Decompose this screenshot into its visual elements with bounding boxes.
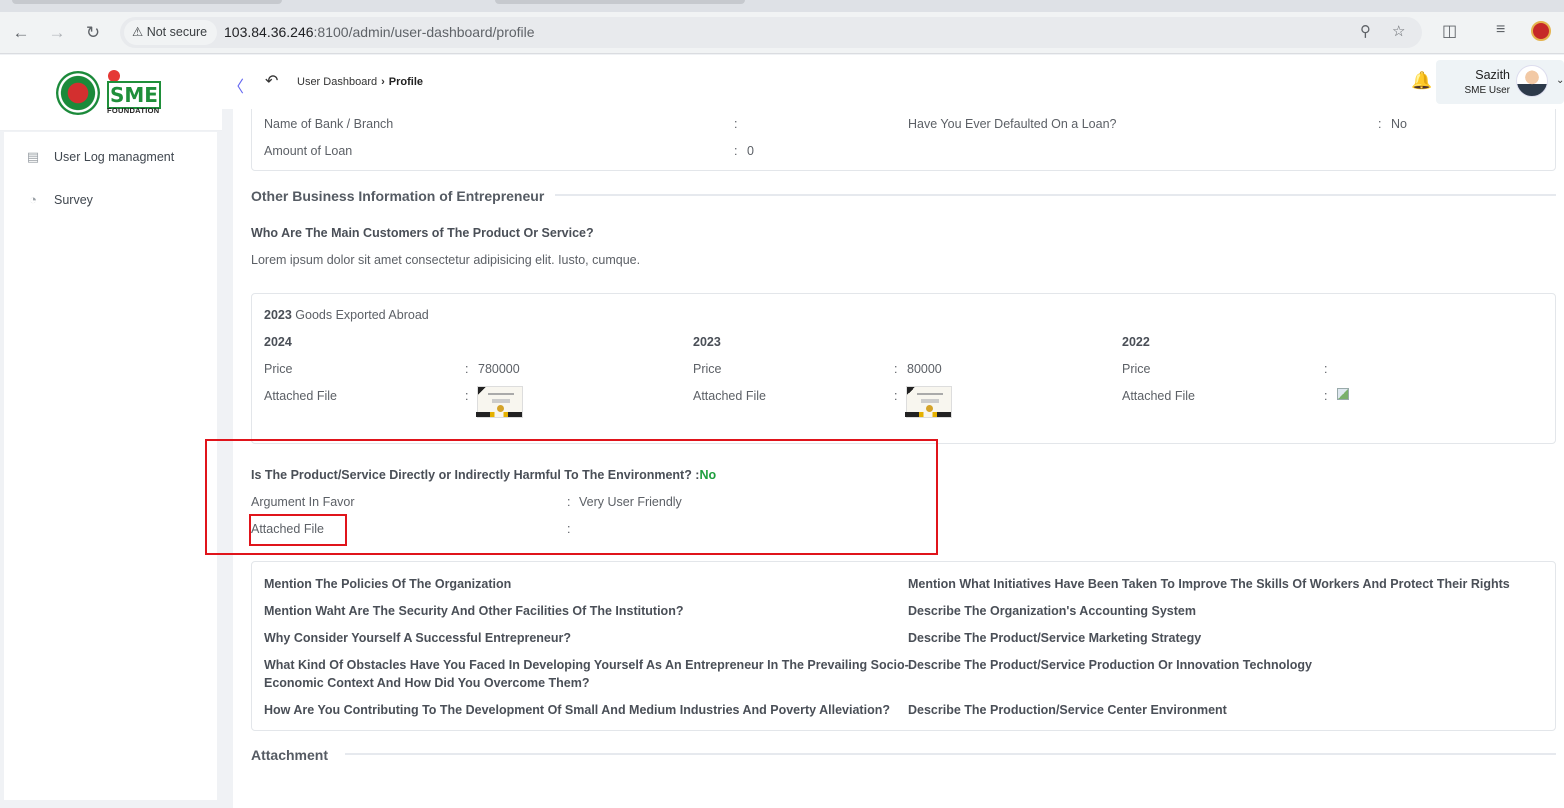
question-item: What Kind Of Obstacles Have You Faced In… (264, 658, 909, 672)
certificate-thumbnail[interactable] (476, 386, 523, 418)
certificate-thumbnail[interactable] (905, 386, 952, 418)
back-arrow-icon[interactable]: ↶ (265, 71, 278, 91)
browser-toolbar: ← → ↻ ⚠ Not secure 103.84.36.246:8100/ad… (0, 12, 1564, 54)
sidebar: ▤ User Log managment ◔ Survey (4, 132, 217, 800)
log-icon: ▤ (26, 149, 40, 164)
colon: : (1378, 117, 1382, 131)
browser-tab[interactable] (495, 0, 745, 4)
colon: : (1324, 389, 1328, 403)
loan-card (251, 109, 1556, 171)
colon: : (894, 362, 898, 376)
export-year: 2023 (693, 335, 721, 349)
sidebar-collapse-icon[interactable]: 〈 (228, 73, 244, 97)
customers-question: Who Are The Main Customers of The Produc… (251, 226, 594, 240)
customers-answer: Lorem ipsum dolor sit amet consectetur a… (251, 253, 641, 267)
question-item: Mention What Initiatives Have Been Taken… (908, 577, 1510, 591)
security-chip[interactable]: ⚠ Not secure (124, 20, 218, 45)
question-item: Describe The Organization's Accounting S… (908, 604, 1196, 618)
highlight-box-small (249, 514, 347, 546)
attached-file-label: Attached File (693, 389, 766, 403)
broken-image-icon[interactable] (1337, 388, 1349, 400)
url-host: 103.84.36.246 (224, 24, 314, 40)
media-queue-icon[interactable]: ≡ (1496, 21, 1505, 39)
colon: : (1324, 362, 1328, 376)
question-item: Economic Context And How Did You Overcom… (264, 676, 590, 690)
reload-icon[interactable]: ↻ (81, 21, 105, 45)
browser-profile-icon[interactable] (1531, 21, 1551, 41)
chevron-right-icon: › (381, 76, 385, 88)
logo-text: SME (107, 81, 161, 109)
bookmark-star-icon[interactable]: ☆ (1392, 22, 1405, 40)
exports-title-text: Goods Exported Abroad (295, 308, 429, 322)
section-divider (345, 753, 1556, 755)
government-seal-icon (56, 71, 100, 115)
sidebar-item-user-log[interactable]: ▤ User Log managment (24, 149, 175, 165)
question-item: How Are You Contributing To The Developm… (264, 703, 890, 717)
url-text: 103.84.36.246:8100/admin/user-dashboard/… (224, 24, 535, 40)
defaulted-value: No (1391, 117, 1407, 131)
colon: : (734, 117, 738, 131)
sidebar-item-survey[interactable]: ◔ Survey (24, 192, 93, 208)
section-title-attachment: Attachment (251, 747, 329, 763)
question-item: Describe The Product/Service Production … (908, 658, 1313, 672)
user-role: SME User (1464, 85, 1510, 96)
sidebar-item-label: User Log managment (54, 150, 175, 164)
browser-tab-strip (0, 0, 1564, 12)
colon: : (465, 389, 469, 403)
exports-title-year: 2023 (264, 308, 292, 322)
breadcrumb-current: Profile (388, 76, 423, 88)
question-item: Why Consider Yourself A Successful Entre… (264, 631, 572, 645)
defaulted-label: Have You Ever Defaulted On a Loan? (908, 117, 1117, 131)
breadcrumb: User Dashboard › Profile (297, 76, 423, 88)
price-label: Price (264, 362, 293, 376)
question-item: Mention Waht Are The Security And Other … (264, 604, 684, 618)
logo-subtext: FOUNDATION (107, 106, 160, 115)
forward-icon[interactable]: → (45, 21, 69, 45)
export-year: 2022 (1122, 335, 1150, 349)
address-bar[interactable]: ⚠ Not secure 103.84.36.246:8100/admin/us… (120, 17, 1422, 48)
colon: : (734, 144, 738, 158)
security-label: Not secure (146, 25, 208, 39)
colon: : (894, 389, 898, 403)
question-item: Describe The Product/Service Marketing S… (908, 631, 1202, 645)
colon: : (465, 362, 469, 376)
price-label: Price (693, 362, 722, 376)
zoom-icon[interactable]: ⚲ (1360, 22, 1371, 40)
amount-label: Amount of Loan (264, 144, 353, 158)
user-name: Sazith (1475, 68, 1510, 82)
price-value: 80000 (907, 362, 942, 376)
chevron-down-icon: ⌄ (1556, 75, 1564, 86)
section-divider (555, 194, 1556, 196)
bank-label: Name of Bank / Branch (264, 117, 394, 131)
sidebar-item-label: Survey (54, 193, 93, 207)
notification-bell-icon[interactable]: 🔔 (1411, 71, 1432, 91)
breadcrumb-parent[interactable]: User Dashboard (297, 76, 377, 88)
section-title-other-business: Other Business Information of Entreprene… (251, 188, 545, 204)
export-year: 2024 (264, 335, 292, 349)
url-path: :8100/admin/user-dashboard/profile (313, 24, 535, 40)
exports-title: 2023 Goods Exported Abroad (264, 308, 429, 322)
price-value: 780000 (478, 362, 520, 376)
extensions-icon[interactable]: ◫ (1442, 21, 1457, 41)
question-item: Describe The Production/Service Center E… (908, 703, 1227, 717)
attached-file-label: Attached File (264, 389, 337, 403)
logo[interactable]: SME FOUNDATION (0, 55, 222, 131)
exports-card (251, 293, 1556, 444)
browser-tab[interactable] (12, 0, 282, 4)
back-icon[interactable]: ← (9, 21, 33, 45)
amount-value: 0 (747, 144, 754, 158)
price-label: Price (1122, 362, 1151, 376)
attached-file-label: Attached File (1122, 389, 1195, 403)
question-item: Mention The Policies Of The Organization (264, 577, 512, 591)
user-menu[interactable]: Sazith SME User ⌄ (1436, 60, 1564, 104)
avatar (1516, 65, 1548, 97)
pie-chart-icon: ◔ (29, 192, 37, 207)
